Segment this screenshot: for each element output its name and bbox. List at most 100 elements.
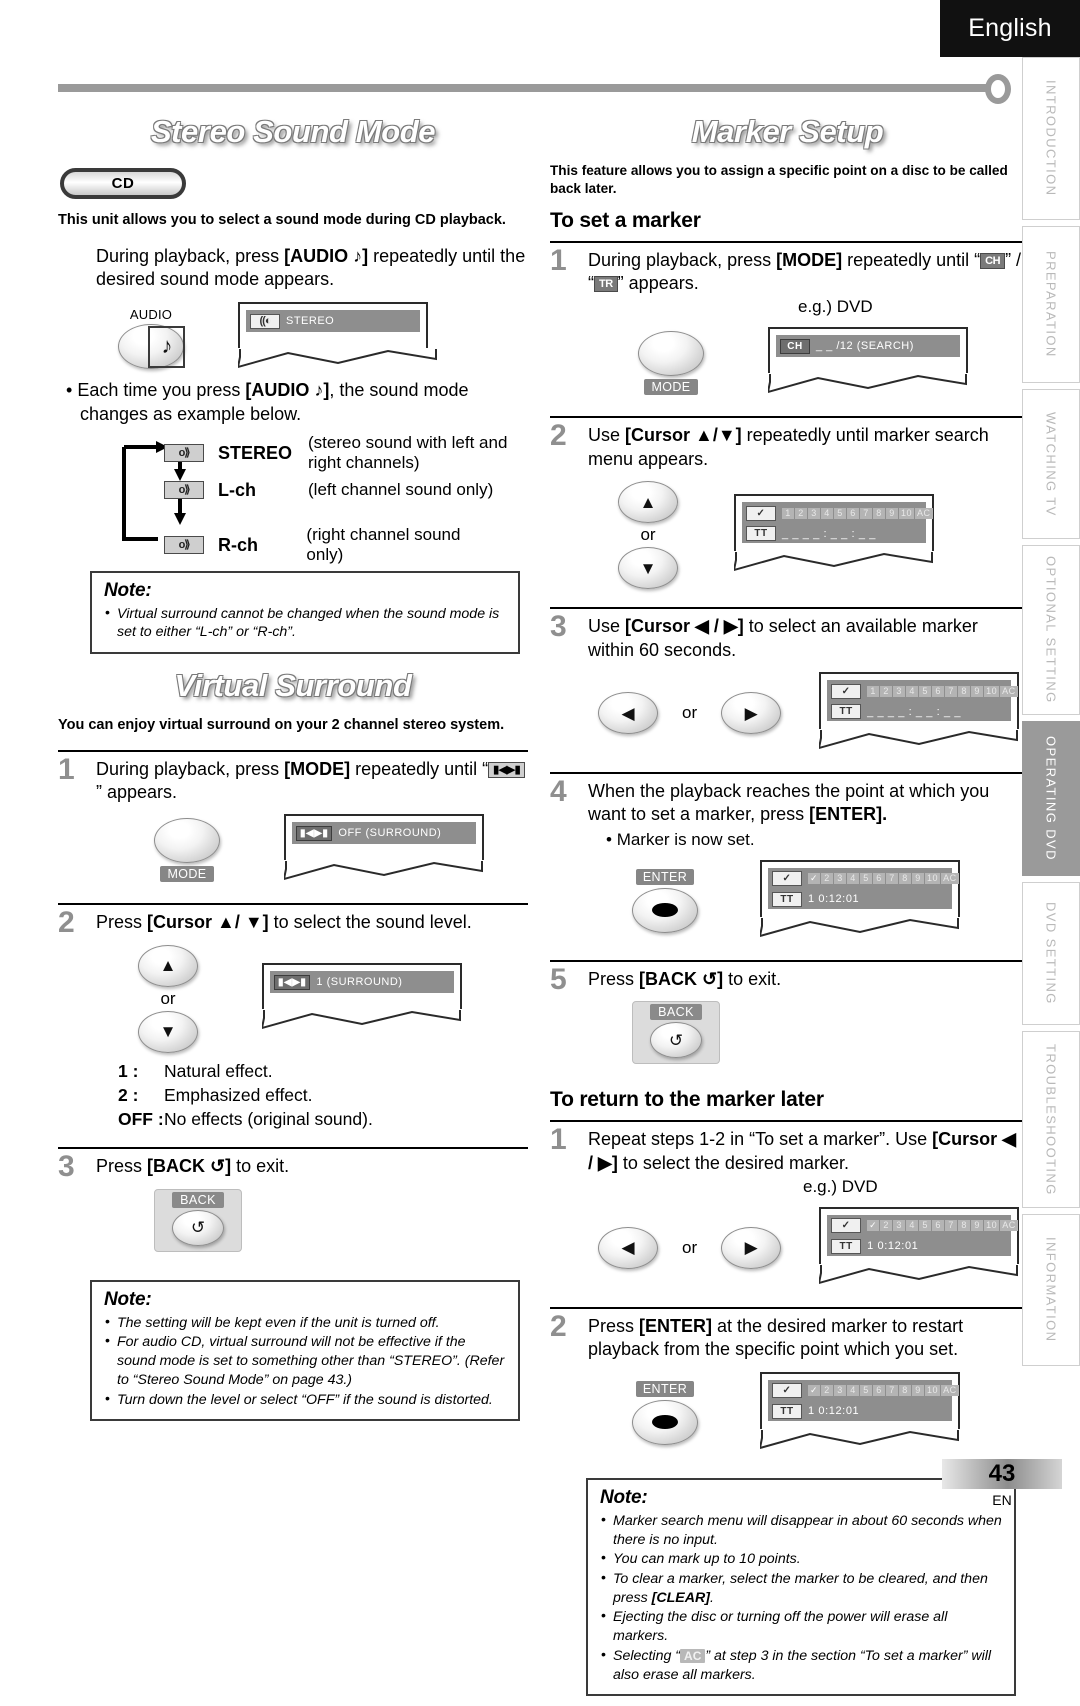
- marker-slot: 8: [899, 1385, 912, 1397]
- tab-preparation[interactable]: PREPARATION: [1022, 226, 1080, 383]
- return-arrow-icon: ↺: [668, 1030, 684, 1050]
- title-icon: TT: [772, 1403, 802, 1419]
- note-list: Marker search menu will disappear in abo…: [600, 1511, 1004, 1685]
- back-button[interactable]: ↺: [650, 1022, 702, 1059]
- marker-number-list: ✓ 2 3 4 5 6 7 8 9 10 AC: [867, 1220, 1018, 1232]
- step-text-c: to select the desired marker.: [617, 1152, 849, 1173]
- step-text-a: Use: [588, 425, 626, 446]
- marker-slot-checked: ✓: [808, 873, 821, 885]
- marker-slot: 9: [886, 507, 898, 519]
- marker-slot: 6: [847, 507, 859, 519]
- sound-mode-cycle-diagram: o⟫ STEREO (stereo sound with left and ri…: [118, 433, 507, 564]
- step-key-back: [BACK ↺]: [639, 968, 724, 989]
- marker-slot: 4: [906, 1220, 919, 1232]
- marker-return-step1-illustration: ◀ or ▶ ✓ ✓ 2 3 4 5 6 7 8 9 10 AC TT 1 0:…: [598, 1206, 1025, 1289]
- surround-step2-illustration: ▲ or ▼ ▮◀▶▮ 1 (SURROUND): [138, 944, 528, 1053]
- step-text: Press [BACK ↺] to exit.: [588, 968, 1025, 991]
- note-list: Virtual surround cannot be changed when …: [104, 604, 508, 642]
- surround-step-2: 2 Press [Cursor ▲/ ▼] to select the soun…: [58, 905, 528, 1139]
- tab-troubleshooting[interactable]: TROUBLESHOOTING: [1022, 1031, 1080, 1208]
- marker-slot: 1: [782, 507, 794, 519]
- cursor-right-button[interactable]: ▶: [721, 692, 782, 735]
- marker-slot: 7: [945, 685, 958, 697]
- cursor-up-button[interactable]: ▲: [618, 481, 678, 524]
- marker-slot: 4: [906, 685, 919, 697]
- mode-button[interactable]: [638, 330, 704, 376]
- marker-osd-display-return2: ✓ ✓ 2 3 4 5 6 7 8 9 10 AC TT 1 0:12:01: [760, 1371, 960, 1454]
- back-button-group[interactable]: BACK ↺: [154, 1188, 242, 1252]
- step-text: During playback, press [MODE] repeatedly…: [588, 249, 1025, 296]
- surround-osd-display-1: ▮◀▶▮ 1 (SURROUND): [262, 963, 462, 1034]
- speaker-icon-rch: o⟫: [164, 536, 204, 555]
- stereo-instruction-a: During playback, press: [96, 245, 285, 266]
- torn-edge-icon: [284, 861, 483, 881]
- tab-optional-setting[interactable]: OPTIONAL SETTING: [1022, 545, 1080, 715]
- media-badge-cd: CD: [60, 168, 186, 199]
- marker-slot: 4: [821, 507, 833, 519]
- enter-button[interactable]: [632, 887, 698, 933]
- marker-slot: 7: [886, 1385, 899, 1397]
- step-text-c: repeatedly until “: [842, 249, 981, 270]
- note-title: Note:: [104, 1288, 152, 1310]
- marker-osd-display-select: ✓ 1 2 3 4 5 6 7 8 9 10 AC TT _ _ _ _: _…: [819, 672, 1020, 754]
- cursor-left-button[interactable]: ◀: [598, 692, 658, 735]
- stereo-bullet: • Each time you press [AUDIO ♪], the sou…: [66, 380, 469, 424]
- marker-slot: 9: [971, 1220, 984, 1232]
- cursor-left-button[interactable]: ◀: [598, 1226, 658, 1269]
- marker-slot: 10: [925, 873, 941, 885]
- marker-slot: 10: [984, 685, 1000, 697]
- marker-slot: 5: [860, 1385, 873, 1397]
- marker-return-step-2: 2 Press [ENTER] at the desired marker to…: [550, 1309, 1025, 1464]
- cursor-updown-group: ▲ or ▼: [138, 944, 198, 1053]
- title-icon: TT: [746, 526, 776, 542]
- enter-button[interactable]: [632, 1399, 698, 1445]
- cursor-right-button[interactable]: ▶: [721, 1226, 782, 1269]
- note-box-marker: Note: Marker search menu will disappear …: [586, 1477, 1016, 1697]
- section-title-stereo-sound-mode: Stereo Sound Mode: [150, 114, 436, 149]
- stereo-osd-text: STEREO: [286, 315, 335, 328]
- note-box-stereo: Note: Virtual surround cannot be changed…: [90, 570, 520, 655]
- tab-information[interactable]: INFORMATION: [1022, 1214, 1080, 1366]
- tab-operating-dvd[interactable]: OPERATING DVD: [1022, 721, 1080, 876]
- step-key-cursor: [Cursor ▲/ ▼]: [147, 912, 269, 933]
- marker-slot: 8: [958, 685, 971, 697]
- step-key-back: [BACK ↺]: [147, 1156, 232, 1177]
- mode-row-rch: o⟫ R-ch (right channel sound only): [164, 525, 498, 566]
- audio-button[interactable]: ♪: [118, 323, 185, 369]
- step-text-c: to select the sound level.: [268, 912, 472, 933]
- step-text: Press [Cursor ▲/ ▼] to select the sound …: [96, 911, 528, 934]
- tab-introduction[interactable]: INTRODUCTION: [1022, 57, 1080, 220]
- marker-slot-checked: ✓: [867, 1220, 880, 1232]
- stereo-bullet-a: Each time you press: [77, 380, 246, 401]
- marker-step2-illustration: ▲ or ▼ ✓ 1 2 3 4 5 6 7 8 9 10 AC TT _ _ …: [618, 481, 1025, 590]
- back-button-label: BACK: [650, 1004, 702, 1021]
- cursor-down-button[interactable]: ▼: [138, 1010, 198, 1053]
- enter-button-group: ENTER: [632, 868, 698, 933]
- surround-osd-display-off: ▮◀▶▮ OFF (SURROUND): [284, 814, 484, 885]
- stereo-bullet-key: [AUDIO ♪]: [245, 380, 330, 401]
- step-key-mode: [MODE]: [776, 249, 843, 270]
- cursor-up-button[interactable]: ▲: [138, 944, 198, 987]
- step-text-a: Press: [588, 1315, 640, 1336]
- cursor-down-button[interactable]: ▼: [618, 547, 678, 590]
- mode-button-group: MODE: [638, 330, 704, 395]
- back-button[interactable]: ↺: [172, 1209, 224, 1246]
- mode-button[interactable]: [154, 817, 220, 863]
- sound-level-list: 1 : Natural effect. 2 : Emphasized effect.…: [118, 1059, 528, 1131]
- triangle-right-icon: ▶: [744, 1238, 758, 1258]
- back-button-label: BACK: [172, 1191, 224, 1208]
- triangle-down-icon: ▼: [639, 558, 657, 578]
- step-number: 4: [550, 775, 567, 809]
- back-button-group[interactable]: BACK ↺: [632, 1001, 720, 1065]
- marker-number-list: ✓ 2 3 4 5 6 7 8 9 10 AC: [808, 1385, 959, 1397]
- marker-slot: 8: [958, 1220, 971, 1232]
- mode-button-label: MODE: [644, 378, 698, 395]
- tab-dvd-setting[interactable]: DVD SETTING: [1022, 882, 1080, 1025]
- step-text-a: Press: [96, 1156, 148, 1177]
- tab-watching-tv[interactable]: WATCHING TV: [1022, 389, 1080, 539]
- check-icon: ✓: [831, 683, 862, 699]
- marker-slot: 2: [880, 1220, 893, 1232]
- step-text-a: Press: [96, 912, 148, 933]
- mode-row-lch: o⟫ L-ch (left channel sound only): [164, 480, 493, 501]
- step-key-enter: [ENTER]: [639, 1315, 713, 1336]
